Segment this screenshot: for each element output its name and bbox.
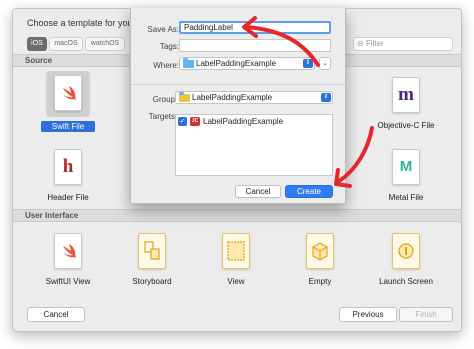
save-sheet: Save As: PaddingLabel Tags: Where: Label… <box>130 8 346 204</box>
cancel-template-button[interactable]: Cancel <box>27 307 85 322</box>
targets-label: Targets <box>148 112 175 121</box>
finish-button[interactable]: Finish <box>399 307 453 322</box>
header-file-icon: h <box>49 145 87 189</box>
tab-macos[interactable]: macOS <box>49 37 83 51</box>
metal-file-icon: M <box>387 145 425 189</box>
template-empty[interactable]: Empty <box>283 225 357 299</box>
storyboard-icon <box>133 229 171 273</box>
create-button[interactable]: Create <box>285 185 333 198</box>
view-icon <box>217 229 255 273</box>
template-storyboard[interactable]: Storyboard <box>115 225 189 299</box>
save-as-label: Save As: <box>147 25 179 34</box>
previous-button[interactable]: Previous <box>339 307 397 322</box>
popup-arrows-icon: ⇕ <box>303 59 313 68</box>
swiftui-view-icon <box>49 229 87 273</box>
objc-file-icon: m <box>387 73 425 117</box>
tags-field[interactable] <box>179 39 331 52</box>
where-popup[interactable]: LabelPaddingExample ⇕ <box>179 57 315 70</box>
folder-icon <box>179 92 190 102</box>
template-chooser-title: Choose a template for your <box>27 18 136 28</box>
expand-chevron-button[interactable]: ⌄ <box>319 57 331 70</box>
tab-ios[interactable]: iOS <box>27 37 47 51</box>
target-checkbox[interactable]: ✓ <box>178 117 187 126</box>
swift-file-icon <box>46 71 90 117</box>
group-value: LabelPaddingExample <box>192 93 273 102</box>
template-label: Swift File <box>41 121 95 132</box>
filter-icon: ⊝ <box>357 39 364 48</box>
template-label: View <box>227 277 245 286</box>
template-metal-file[interactable]: M Metal File <box>369 141 443 215</box>
template-view[interactable]: View <box>199 225 273 299</box>
template-label: Launch Screen <box>379 277 433 286</box>
template-label: SwiftUI View <box>45 277 91 286</box>
template-swift-file[interactable]: Swift File <box>31 69 105 143</box>
tab-watchos[interactable]: watchOS <box>85 37 125 51</box>
cancel-button[interactable]: Cancel <box>235 185 281 198</box>
target-name: LabelPaddingExample <box>203 117 284 126</box>
template-header-file[interactable]: h Header File <box>31 141 105 215</box>
section-header-user-interface: User Interface <box>13 209 461 222</box>
template-label: Empty <box>308 277 332 286</box>
popup-arrows-icon: ⇕ <box>321 93 331 102</box>
folder-icon <box>183 58 194 68</box>
template-launch-screen[interactable]: Launch Screen <box>369 225 443 299</box>
save-as-field[interactable]: PaddingLabel <box>179 21 331 34</box>
where-label: Where: <box>153 61 179 70</box>
group-label: Group <box>152 95 175 104</box>
empty-icon <box>301 229 339 273</box>
divider <box>131 84 345 85</box>
where-value: LabelPaddingExample <box>196 59 277 68</box>
template-label: Header File <box>47 193 89 202</box>
group-popup[interactable]: LabelPaddingExample ⇕ <box>175 91 333 104</box>
template-label: Storyboard <box>132 277 172 286</box>
targets-list: ✓ JC LabelPaddingExample <box>175 114 333 176</box>
template-label: Metal File <box>388 193 424 202</box>
app-target-icon: JC <box>190 117 200 126</box>
launch-screen-icon <box>387 229 425 273</box>
template-objective-c-file[interactable]: m Objective-C File <box>369 69 443 143</box>
template-swiftui-view[interactable]: SwiftUI View <box>31 225 105 299</box>
tags-label: Tags: <box>159 42 179 51</box>
filter-field[interactable]: ⊝ Filter <box>353 37 453 51</box>
filter-placeholder: Filter <box>365 39 384 48</box>
template-label: Objective-C File <box>377 121 435 130</box>
